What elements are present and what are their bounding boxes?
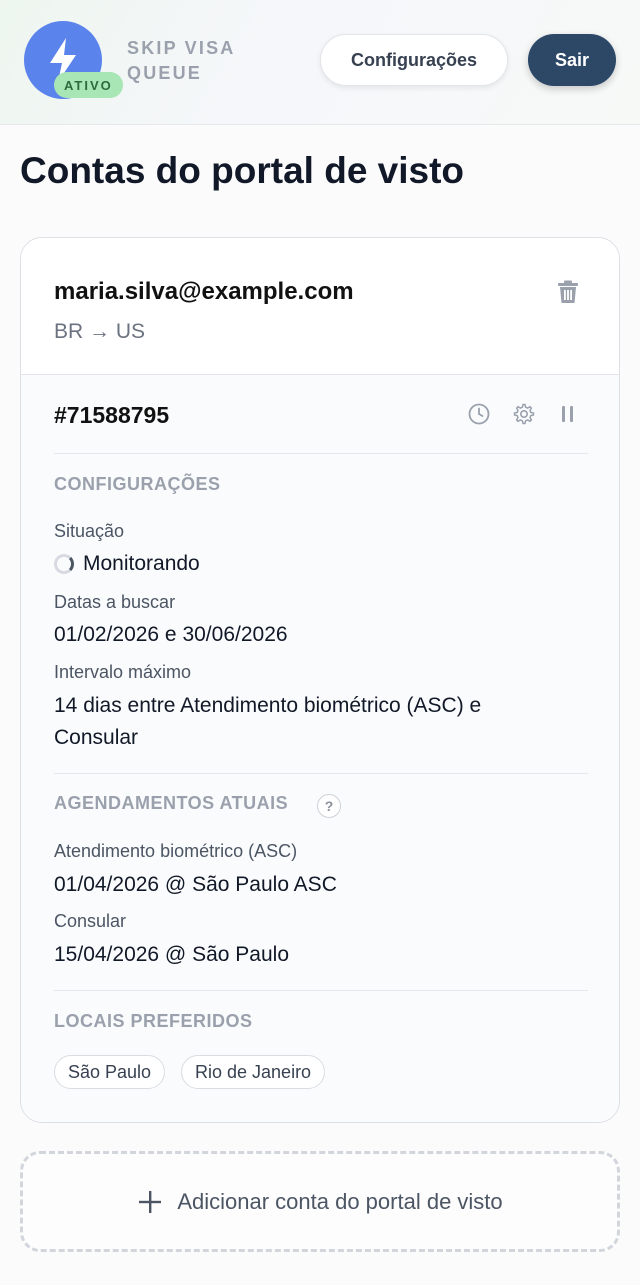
divider (54, 990, 588, 991)
dates-value: 01/02/2026 e 30/06/2026 (54, 623, 288, 646)
settings-button[interactable]: Configurações (320, 34, 508, 86)
interval-label: Intervalo máximo (54, 662, 192, 682)
locations-section-title: LOCAIS PREFERIDOS (54, 1011, 253, 1031)
help-icon[interactable]: ? (317, 794, 341, 818)
spinner-icon (54, 554, 74, 574)
settings-section-title: CONFIGURAÇÕES (54, 474, 221, 494)
account-card-header: maria.silva@example.com BR → US (21, 238, 619, 375)
clock-icon[interactable] (467, 402, 491, 426)
page-title: Contas do portal de visto (20, 150, 465, 191)
pause-icon[interactable] (556, 402, 580, 426)
location-chip: São Paulo (54, 1055, 166, 1089)
app-header: ATIVO SKIP VISA QUEUE Configurações Sair (0, 0, 640, 125)
interval-value: 14 dias entre Atendimento biométrico (AS… (54, 694, 482, 749)
trash-icon[interactable] (557, 280, 579, 304)
plus-icon (139, 1190, 162, 1213)
status-badge: ATIVO (54, 72, 123, 98)
consular-label: Consular (54, 911, 127, 931)
status-value: Monitorando (83, 552, 200, 575)
logout-button[interactable]: Sair (528, 34, 616, 86)
divider (54, 773, 588, 774)
account-route: BR → US (54, 320, 146, 343)
account-details: #71588795 CONFIGURAÇÕES Situação Monitor… (21, 375, 619, 1122)
add-account-label: Adicionar conta do portal de visto (177, 1188, 503, 1214)
account-card: maria.silva@example.com BR → US #7158879… (20, 237, 620, 1123)
location-chip: Rio de Janeiro (181, 1055, 326, 1089)
account-id: #71588795 (54, 402, 170, 428)
asc-label: Atendimento biométrico (ASC) (54, 841, 298, 861)
account-email: maria.silva@example.com (54, 278, 354, 305)
divider (54, 453, 588, 454)
add-account-button[interactable]: Adicionar conta do portal de visto (20, 1151, 620, 1252)
appointments-section-title: AGENDAMENTOS ATUAIS (54, 793, 289, 813)
dates-label: Datas a buscar (54, 592, 176, 612)
status-label: Situação (54, 521, 125, 541)
consular-value: 15/04/2026 @ São Paulo (54, 943, 289, 966)
brand-name: SKIP VISA QUEUE (127, 38, 235, 83)
asc-value: 01/04/2026 @ São Paulo ASC (54, 873, 337, 896)
gear-icon[interactable] (512, 402, 536, 426)
